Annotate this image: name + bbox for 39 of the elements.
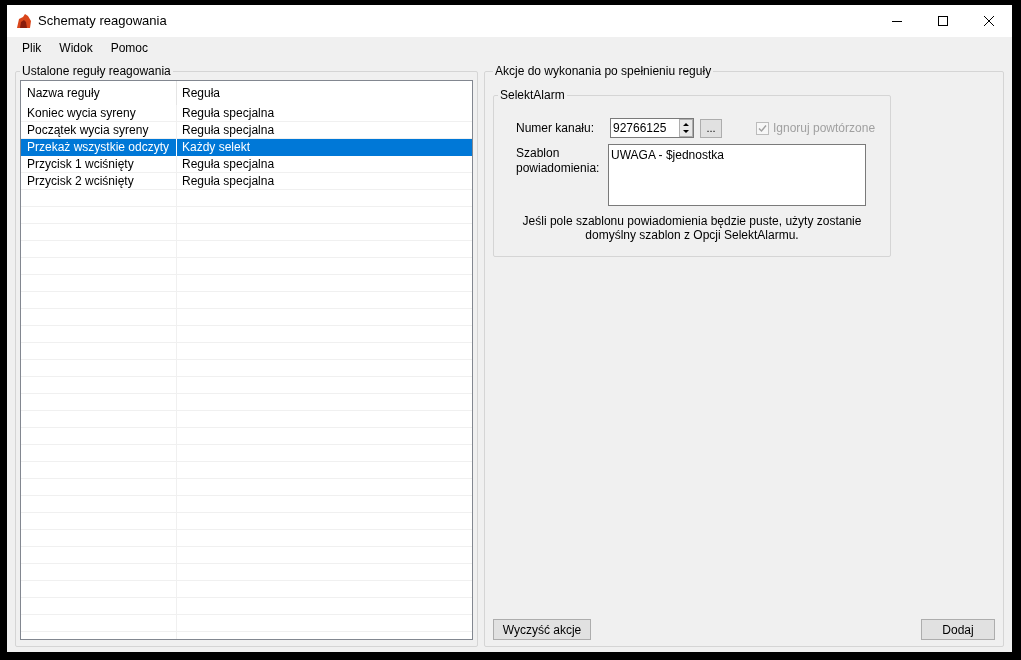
info-text: Jeśli pole szablonu powiadomienia będzie puste, użyty zostanie domyślny szablon z Opcji SelektAlarmu.	[521, 214, 863, 242]
table-cell: Koniec wycia syreny	[21, 105, 177, 121]
window-title: Schematy reagowania	[38, 12, 167, 31]
table-cell-text: Każdy selekt	[181, 139, 252, 156]
close-icon	[984, 16, 994, 26]
column-header[interactable]: Reguła	[177, 81, 472, 105]
table-cell-text: Reguła specjalna	[181, 173, 276, 189]
column-header[interactable]: Nazwa reguły	[21, 81, 177, 105]
template-field[interactable]: UWAGA - $jednostka	[608, 144, 866, 206]
menu-item[interactable]: Plik	[13, 38, 51, 57]
field-label: Numer kanału:	[516, 120, 596, 137]
table-row[interactable]: Przekaż wszystkie odczyty Każdy selekt	[21, 139, 472, 156]
table-cell-text: Reguła specjalna	[181, 156, 276, 172]
browse-button[interactable]: ...	[700, 118, 722, 138]
minimize-icon	[892, 20, 902, 22]
table-cell-text: Reguła specjalna	[181, 105, 276, 121]
table-cell: Początek wycia syreny	[21, 122, 177, 138]
table-cell: Przycisk 1 wciśnięty	[21, 156, 177, 172]
menu-item[interactable]: Pomoc	[101, 38, 158, 57]
group-title: Ustalone reguły reagowania	[21, 63, 172, 80]
add-button[interactable]: Dodaj	[921, 619, 995, 640]
spin-arrows-icon	[679, 119, 693, 137]
table-cell-text: Reguła specjalna	[181, 122, 276, 138]
channel-spinner[interactable]: 92766125	[610, 118, 694, 138]
clear-actions-button[interactable]: Wyczyść akcje	[493, 619, 591, 640]
group-title: Akcje do wykonania po spełnieniu reguły	[494, 63, 713, 80]
table-cell: Przekaż wszystkie odczyty	[21, 139, 177, 156]
table-row[interactable]: Koniec wycia syreny Reguła specjalna	[21, 105, 472, 122]
group-title: SelektAlarm	[499, 87, 566, 104]
check-icon	[758, 123, 767, 133]
menu-item[interactable]: Widok	[50, 38, 102, 57]
app-icon	[16, 13, 32, 29]
field-label: Szablon powiadomienia:	[516, 145, 601, 177]
maximize-icon	[938, 16, 948, 26]
table-row[interactable]: Przycisk 1 wciśnięty Reguła specjalna	[21, 156, 472, 173]
checkbox-label: Ignoruj powtórzone	[773, 120, 876, 137]
table-cell: Przycisk 2 wciśnięty	[21, 173, 177, 189]
spinner-value: 92766125	[612, 120, 668, 137]
table-row[interactable]: Przycisk 2 wciśnięty Reguła specjalna	[21, 173, 472, 190]
